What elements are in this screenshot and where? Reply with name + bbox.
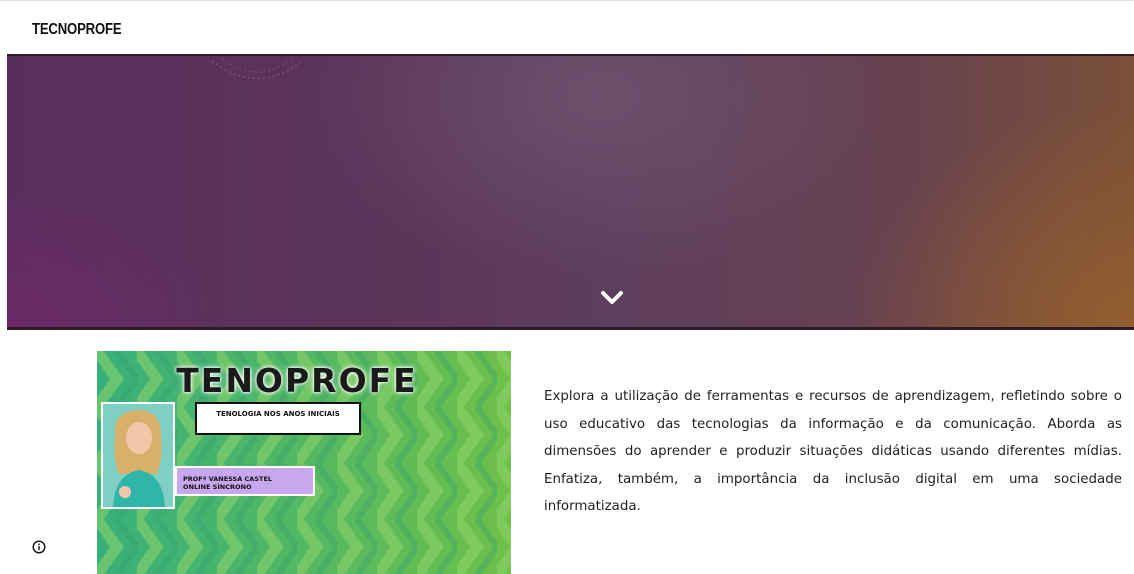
course-subtitle-label: TENOLOGIA NOS ANOS INICIAIS — [195, 402, 361, 435]
site-title[interactable]: TECNOPROFE — [32, 21, 122, 39]
hero-decoration — [211, 57, 303, 80]
info-icon[interactable] — [32, 540, 46, 554]
teacher-name: PROFª VANESSA CASTEL — [183, 475, 273, 483]
teacher-illustration — [103, 404, 173, 507]
site-header: TECNOPROFE — [0, 0, 1134, 55]
chevron-down-icon[interactable] — [599, 289, 625, 307]
course-subtitle: TENOLOGIA NOS ANOS INICIAIS — [216, 410, 340, 418]
course-description: Explora a utilização de ferramentas e re… — [544, 389, 1122, 514]
class-mode: ONLINE SÍNCRONO — [183, 483, 252, 491]
teacher-label: PROFª VANESSA CASTEL ONLINE SÍNCRONO — [175, 466, 315, 496]
thumbnail-title: TENOPROFE — [176, 361, 418, 400]
teacher-photo — [101, 402, 175, 509]
hero-banner — [7, 54, 1134, 330]
course-thumbnail[interactable]: TENOPROFE TENOLOGIA NOS ANOS INICIAIS PR… — [97, 351, 511, 574]
